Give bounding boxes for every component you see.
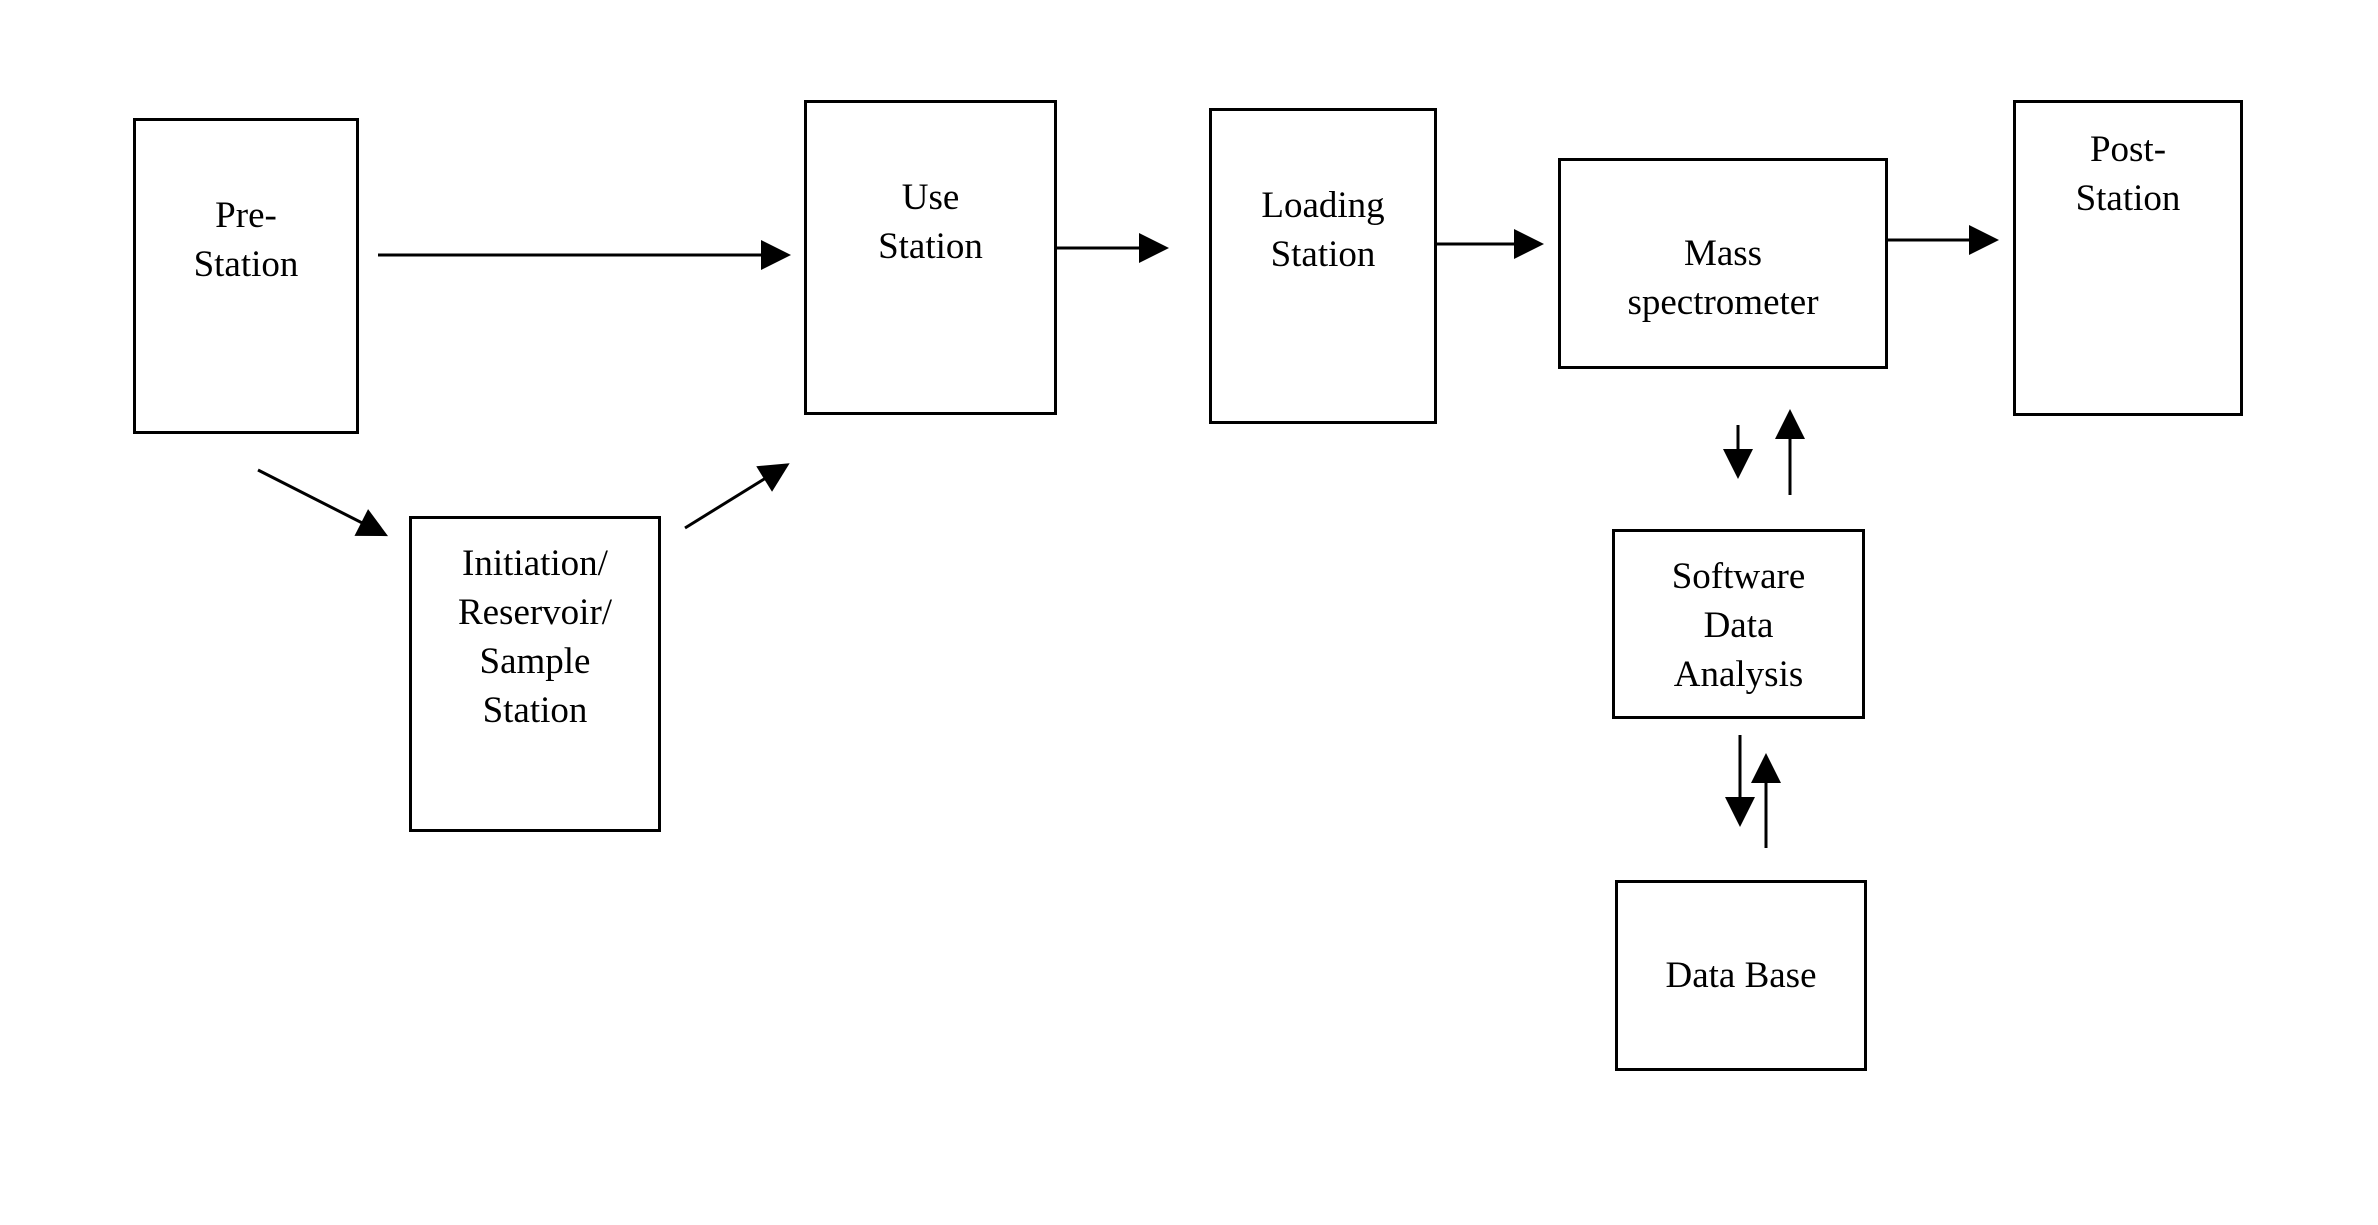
label-line: Software — [1671, 556, 1806, 597]
label-line: Use — [901, 177, 960, 218]
arrowhead-icon — [1723, 449, 1753, 479]
label-line: Data — [1703, 605, 1774, 646]
label-line: Sample — [479, 641, 591, 682]
arrowhead-icon — [761, 240, 791, 270]
label-line: Analysis — [1673, 654, 1804, 695]
node-data-base: Data Base — [1615, 880, 1867, 1071]
node-label: Initiation/ Reservoir/ Sample Station — [412, 539, 658, 735]
node-label: Loading Station — [1212, 181, 1434, 279]
label-line: Post- — [2089, 129, 2167, 170]
arrowhead-icon — [1139, 233, 1169, 263]
label-line: Mass — [1683, 233, 1763, 274]
node-use-station: Use Station — [804, 100, 1057, 415]
node-pre-station: Pre- Station — [133, 118, 359, 434]
arrowhead-icon — [1514, 229, 1544, 259]
label-line: Station — [482, 690, 588, 731]
label-line: spectrometer — [1627, 282, 1819, 323]
label-line: Data Base — [1665, 955, 1817, 996]
node-label: Post- Station — [2016, 125, 2240, 223]
label-line: Reservoir/ — [457, 592, 613, 633]
node-label: Mass spectrometer — [1561, 229, 1885, 327]
node-label: Data Base — [1618, 951, 1864, 1000]
arrowhead-icon — [756, 463, 790, 492]
label-line: Initiation/ — [462, 543, 608, 584]
node-label: Pre- Station — [136, 191, 356, 289]
node-label: Use Station — [807, 173, 1054, 271]
label-line: Loading — [1261, 185, 1385, 226]
node-label: Software Data Analysis — [1615, 552, 1862, 699]
label-line: Station — [878, 226, 983, 267]
node-software-data-analysis: Software Data Analysis — [1612, 529, 1865, 719]
arrowhead-icon — [1775, 409, 1805, 439]
label-line: Station — [193, 244, 299, 285]
arrowhead-icon — [1969, 225, 1999, 255]
node-mass-spectrometer: Mass spectrometer — [1558, 158, 1888, 369]
node-loading-station: Loading Station — [1209, 108, 1437, 424]
label-line: Station — [1270, 234, 1376, 275]
node-post-station: Post- Station — [2013, 100, 2243, 416]
arrowhead-icon — [1725, 797, 1755, 827]
node-initiation-station: Initiation/ Reservoir/ Sample Station — [409, 516, 661, 832]
arrowhead-icon — [1751, 753, 1781, 783]
label-line: Pre- — [215, 195, 277, 236]
label-line: Station — [2075, 178, 2181, 219]
